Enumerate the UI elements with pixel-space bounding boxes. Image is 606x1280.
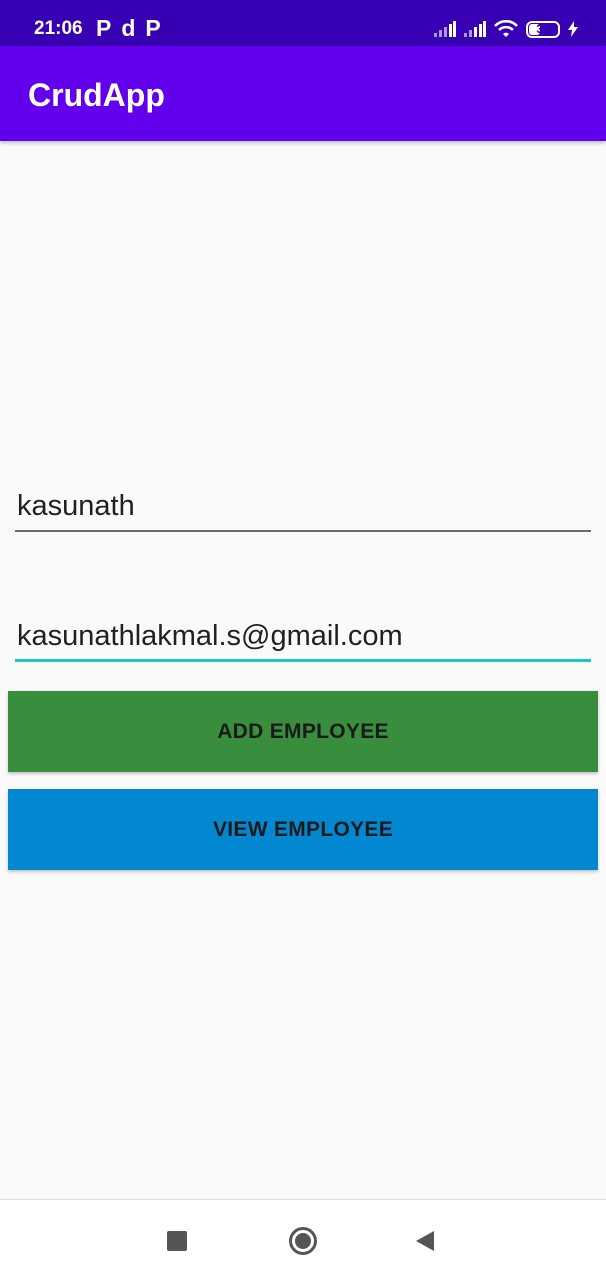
home-icon bbox=[289, 1226, 317, 1255]
recents-button[interactable] bbox=[132, 1200, 222, 1280]
signal-icon bbox=[464, 21, 486, 37]
status-icons: 37 bbox=[434, 18, 578, 40]
notification-d-icon: d bbox=[121, 15, 136, 41]
view-employee-button[interactable]: VIEW EMPLOYEE bbox=[8, 789, 598, 870]
back-icon bbox=[416, 1230, 434, 1251]
signal-icon bbox=[434, 21, 456, 37]
notification-p-icon: P bbox=[96, 15, 112, 41]
recents-icon bbox=[167, 1230, 187, 1251]
notification-p-icon: P bbox=[145, 15, 161, 41]
back-button[interactable] bbox=[380, 1200, 470, 1280]
home-button[interactable] bbox=[258, 1200, 348, 1280]
charging-icon bbox=[568, 21, 578, 37]
notification-icons: P d P bbox=[96, 15, 161, 41]
app-title: CrudApp bbox=[28, 77, 165, 113]
navigation-bar bbox=[0, 1199, 606, 1280]
status-time: 21:06 bbox=[34, 18, 83, 39]
battery-icon: 37 bbox=[526, 20, 560, 38]
name-field[interactable]: kasunath bbox=[15, 488, 591, 532]
app-bar: CrudApp bbox=[0, 46, 606, 141]
add-employee-button[interactable]: ADD EMPLOYEE bbox=[8, 691, 598, 772]
status-bar: 21:06 P d P 37 bbox=[0, 0, 606, 46]
app-screen: 21:06 P d P 37 CrudApp kasunath kasunath… bbox=[0, 0, 606, 1280]
email-field[interactable]: kasunathlakmal.s@gmail.com bbox=[15, 618, 591, 662]
battery-level: 37 bbox=[536, 21, 550, 36]
wifi-icon bbox=[494, 20, 518, 37]
